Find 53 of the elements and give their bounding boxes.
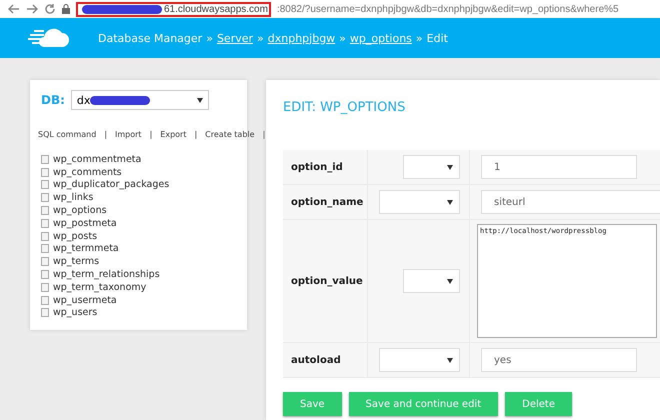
caret-icon xyxy=(447,278,453,284)
table-link[interactable]: wp_comments xyxy=(53,166,122,178)
breadcrumb-text: Edit xyxy=(426,32,448,44)
table-link[interactable]: wp_term_taxonomy xyxy=(53,282,146,293)
link-separator: | xyxy=(104,130,108,139)
breadcrumb-separator: » xyxy=(257,32,264,44)
table-link[interactable]: wp_links xyxy=(53,192,94,204)
action-link[interactable]: Import xyxy=(115,130,142,139)
action-link[interactable]: Create table xyxy=(205,130,255,139)
action-link[interactable]: SQL command xyxy=(38,130,96,139)
field-label: option_name xyxy=(290,196,364,208)
breadcrumb-separator: » xyxy=(339,32,346,44)
table-link[interactable]: wp_posts xyxy=(53,230,98,242)
caret-icon xyxy=(447,200,453,204)
table-link[interactable]: wp_usermeta xyxy=(53,294,117,306)
caret-icon xyxy=(196,98,203,102)
function-select[interactable] xyxy=(403,155,460,179)
table-link[interactable]: wp_termmeta xyxy=(53,243,119,254)
function-select[interactable] xyxy=(403,269,460,293)
table-link[interactable]: wp_options xyxy=(53,205,107,216)
field-label: option_id xyxy=(290,162,343,172)
page-title: EDIT: WP_OPTIONS xyxy=(283,100,406,115)
table-link[interactable]: wp_terms xyxy=(53,256,100,268)
db-label: DB: xyxy=(41,93,65,107)
table-link[interactable]: wp_duplicator_packages xyxy=(53,179,170,190)
back-icon[interactable] xyxy=(8,3,20,15)
breadcrumb-separator: » xyxy=(206,32,213,44)
caret-icon xyxy=(447,164,453,170)
field-label: option_value xyxy=(290,276,363,286)
address-path: :8082/?username=dxnphpjbgw&db=dxnphpjbgw&edit=wp_options&where%5 xyxy=(276,4,619,14)
link-separator: | xyxy=(194,130,198,139)
link-separator: | xyxy=(150,130,152,139)
table-link[interactable]: wp_users xyxy=(53,307,98,318)
value-field[interactable]: siteurl xyxy=(481,190,660,214)
database-select[interactable]: dx xyxy=(70,90,209,110)
value-field[interactable]: yes xyxy=(481,348,637,372)
table-link[interactable]: wp_term_relationships xyxy=(53,269,160,280)
table-link[interactable]: wp_commentmeta xyxy=(53,154,142,165)
value-field[interactable]: 1 xyxy=(481,155,637,179)
breadcrumb-text: Database Manager xyxy=(98,32,202,44)
function-select[interactable] xyxy=(379,348,460,372)
action-link[interactable]: Export xyxy=(160,130,186,139)
cloud-logo xyxy=(28,27,70,49)
field-label: autoload xyxy=(290,354,341,366)
table-link[interactable]: wp_postmeta xyxy=(53,218,117,229)
function-select[interactable] xyxy=(379,190,460,214)
forward-icon[interactable] xyxy=(26,3,38,15)
breadcrumb-separator: » xyxy=(416,32,423,44)
reload-icon[interactable] xyxy=(44,3,56,15)
address-host: 61.cloudwaysapps.com xyxy=(164,4,268,14)
lock-icon xyxy=(62,4,70,14)
caret-icon xyxy=(447,358,453,362)
link-separator: | xyxy=(262,130,266,139)
